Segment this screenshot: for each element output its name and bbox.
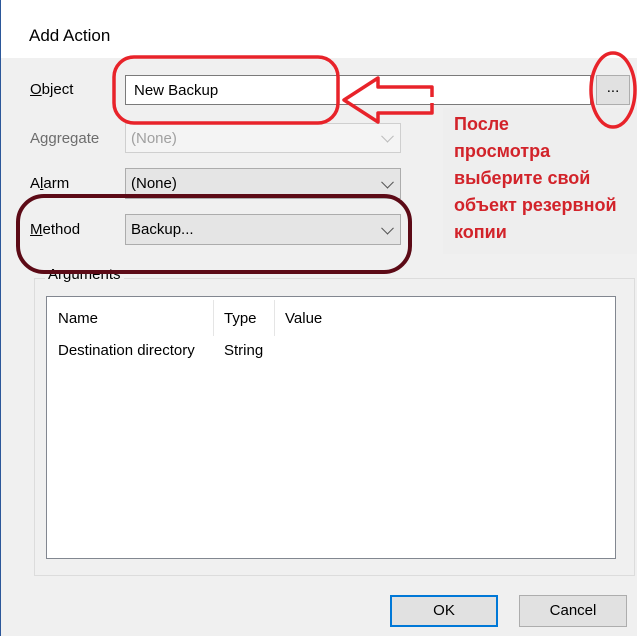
annotation-overlay (16, 51, 637, 274)
object-highlight-ring (112, 55, 340, 125)
method-highlight-ring (16, 194, 412, 274)
left-arrow-icon (342, 76, 434, 124)
browse-highlight-ring (589, 51, 637, 129)
